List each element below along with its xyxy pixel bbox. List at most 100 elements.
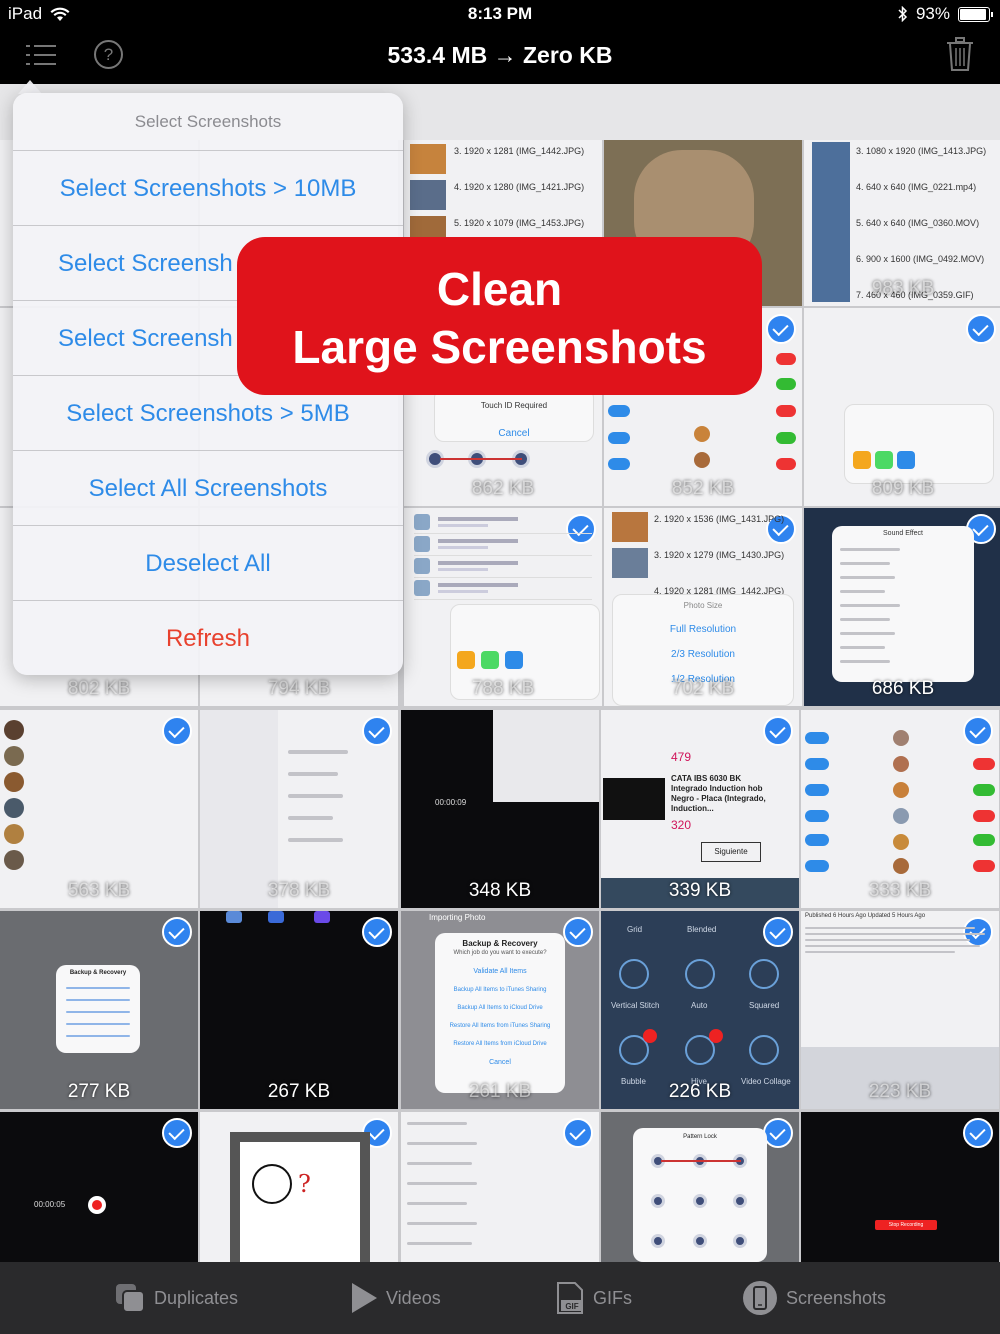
tab-gifs[interactable]: GIF GIFs xyxy=(555,1262,632,1334)
resolution-option: 2/3 Resolution xyxy=(671,649,735,660)
next-button: Siguiente xyxy=(701,842,761,862)
tab-duplicates[interactable]: Duplicates xyxy=(114,1262,238,1334)
bluetooth-icon xyxy=(898,6,908,22)
price-label: 479 xyxy=(671,750,692,764)
battery-icon xyxy=(958,6,993,22)
tile-text: 4. 640 x 640 (IMG_0221.mp4) xyxy=(856,182,977,192)
selected-check-icon[interactable] xyxy=(963,917,993,947)
file-size: 686 KB xyxy=(871,678,935,699)
dialog-cancel: Cancel xyxy=(489,1059,511,1066)
screenshot-tile[interactable]: Grid Blended Vertical Stitch Auto Square… xyxy=(601,911,799,1109)
screenshot-tile[interactable]: 00:00:09 348 KB xyxy=(401,710,599,908)
screenshot-tile[interactable]: Backup & Recovery 277 KB xyxy=(0,911,198,1109)
file-size: 261 KB xyxy=(468,1081,532,1102)
dialog-option: Restore All Items from iCloud Drive xyxy=(453,1041,547,1047)
screenshot-tile[interactable]: 00:00:05 xyxy=(0,1112,198,1262)
banner-line-1: Clean xyxy=(436,263,563,315)
selected-check-icon[interactable] xyxy=(763,716,793,746)
screenshot-tile[interactable]: Published 6 Hours Ago Updated 5 Hours Ag… xyxy=(801,911,999,1109)
screenshot-tile[interactable]: Importing Photo Backup & Recovery Which … xyxy=(401,911,599,1109)
video-time: 00:00:05 xyxy=(34,1200,66,1209)
file-size: 563 KB xyxy=(67,880,131,901)
screenshot-tile[interactable]: Sound Effect 686 KB xyxy=(804,508,1000,706)
layout-label: Squared xyxy=(749,1001,780,1010)
status-bar: iPad 8:13 PM 93% xyxy=(0,0,1000,28)
dialog-title: Backup & Recovery xyxy=(69,970,127,976)
popover-arrow xyxy=(18,80,42,94)
selected-check-icon[interactable] xyxy=(162,917,192,947)
tab-screenshots[interactable]: Screenshots xyxy=(742,1262,886,1334)
selected-check-icon[interactable] xyxy=(763,917,793,947)
menu-item-select-all[interactable]: Select All Screenshots xyxy=(13,451,403,526)
screenshot-tile[interactable]: 2. 1920 x 1536 (IMG_1431.JPG) 3. 1920 x … xyxy=(604,508,802,706)
selected-check-icon[interactable] xyxy=(162,1118,192,1148)
selected-check-icon[interactable] xyxy=(563,1118,593,1148)
selected-check-icon[interactable] xyxy=(963,1118,993,1148)
product-title: CATA IBS 6030 BK Integrado Induction hob… xyxy=(671,774,766,813)
selected-check-icon[interactable] xyxy=(763,1118,793,1148)
cancel-label: Cancel xyxy=(498,428,530,439)
file-size: 277 KB xyxy=(67,1081,131,1102)
file-size: 983 KB xyxy=(871,278,935,299)
pattern-lock-title: Pattern Lock xyxy=(683,1134,717,1140)
price-label: 320 xyxy=(671,818,692,832)
phone-screenshot-icon xyxy=(743,1281,777,1315)
video-time: 00:00:09 xyxy=(435,798,467,807)
screenshot-tile[interactable]: 378 KB xyxy=(200,710,398,908)
selected-check-icon[interactable] xyxy=(362,917,392,947)
menu-item-select-10mb[interactable]: Select Screenshots > 10MB xyxy=(13,151,403,226)
layout-label: Vertical Stitch xyxy=(611,1001,660,1010)
menu-item-deselect-all[interactable]: Deselect All xyxy=(13,526,403,601)
navigation-bar: ? 533.4 MB → Zero KB xyxy=(0,28,1000,84)
file-size: 809 KB xyxy=(871,478,935,499)
file-size: 802 KB xyxy=(67,678,131,699)
tile-text: 2. 1920 x 1536 (IMG_1431.JPG) xyxy=(654,514,785,524)
photo-size-label: Photo Size xyxy=(683,601,723,610)
dialog-option: Backup All Items to iTunes Sharing xyxy=(453,987,547,993)
menu-header: Select Screenshots xyxy=(13,93,403,151)
file-size: 339 KB xyxy=(668,880,732,901)
file-size: 226 KB xyxy=(668,1081,732,1102)
selected-check-icon[interactable] xyxy=(362,716,392,746)
tile-text: 3. 1920 x 1279 (IMG_1430.JPG) xyxy=(654,550,785,560)
dialog-option: Backup All Items to iCloud Drive xyxy=(457,1005,543,1011)
screenshot-tile[interactable]: ? xyxy=(200,1112,398,1262)
selected-check-icon[interactable] xyxy=(766,314,796,344)
tab-label: GIFs xyxy=(593,1287,632,1308)
tile-text: 6. 900 x 1600 (IMG_0492.MOV) xyxy=(856,254,985,264)
screenshot-tile[interactable]: Stop Recording xyxy=(801,1112,999,1262)
battery-percent: 93% xyxy=(915,4,950,23)
dialog-option: Validate All Items xyxy=(473,968,527,975)
menu-item-refresh[interactable]: Refresh xyxy=(13,601,403,675)
tab-videos[interactable]: Videos xyxy=(350,1262,441,1334)
tile-text: 3. 1080 x 1920 (IMG_1413.JPG) xyxy=(856,146,987,156)
selected-check-icon[interactable] xyxy=(563,917,593,947)
tab-label: Videos xyxy=(386,1287,441,1308)
layout-label: Grid xyxy=(627,925,643,934)
file-size: 702 KB xyxy=(671,678,735,699)
screenshot-tile[interactable]: 563 KB xyxy=(0,710,198,908)
screenshot-tile[interactable]: Pattern Lock xyxy=(601,1112,799,1262)
tile-text: 3. 1920 x 1281 (IMG_1442.JPG) xyxy=(454,146,585,156)
screenshot-tile[interactable] xyxy=(401,1112,599,1262)
dialog-subtitle: Which job do you want to execute? xyxy=(453,950,547,956)
tile-text: 5. 640 x 640 (IMG_0360.MOV) xyxy=(856,218,980,228)
file-size: 788 KB xyxy=(471,678,535,699)
screenshot-tile[interactable]: 809 KB xyxy=(804,308,1000,506)
layout-label: Auto xyxy=(691,1001,708,1010)
article-headline: Published 6 Hours Ago Updated 5 Hours Ag… xyxy=(805,913,926,919)
file-size: 333 KB xyxy=(868,880,932,901)
screenshot-tile[interactable]: 788 KB xyxy=(404,508,602,706)
selected-check-icon[interactable] xyxy=(162,716,192,746)
stop-recording-label: Stop Recording xyxy=(875,1220,937,1230)
trash-icon[interactable] xyxy=(946,37,974,71)
screenshot-tile[interactable]: 479 CATA IBS 6030 BK Integrado Induction… xyxy=(601,710,799,908)
selected-check-icon[interactable] xyxy=(963,716,993,746)
touch-id-label: Touch ID Required xyxy=(480,401,548,410)
file-size: 348 KB xyxy=(468,880,532,901)
screenshot-tile[interactable]: 3. 1080 x 1920 (IMG_1413.JPG) 4. 640 x 6… xyxy=(804,140,1000,306)
gif-file-icon: GIF xyxy=(557,1282,583,1314)
screenshot-tile[interactable]: 267 KB xyxy=(200,911,398,1109)
selected-check-icon[interactable] xyxy=(966,314,996,344)
screenshot-tile[interactable]: 333 KB xyxy=(801,710,999,908)
